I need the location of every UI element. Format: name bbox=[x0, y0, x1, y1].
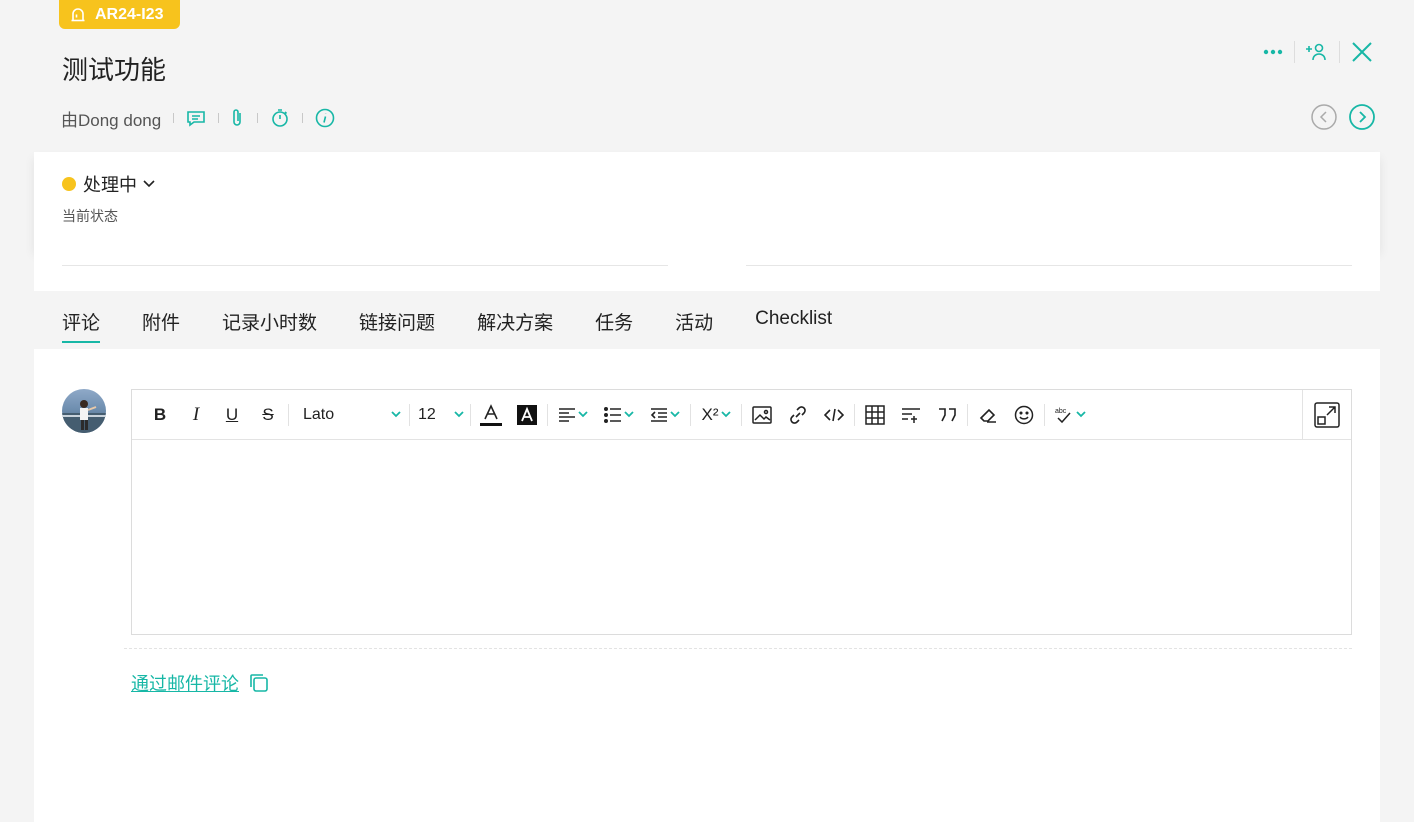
font-size-value: 12 bbox=[418, 405, 436, 423]
divider bbox=[173, 113, 175, 123]
table-button[interactable] bbox=[857, 397, 893, 433]
status-dot bbox=[62, 177, 76, 191]
editor-toolbar: B I U S Lato 12 X² abc bbox=[132, 390, 1351, 440]
divider bbox=[690, 403, 691, 426]
divider bbox=[547, 403, 548, 426]
emoji-button[interactable] bbox=[1006, 397, 1042, 433]
superscript-button[interactable]: X² bbox=[693, 397, 739, 433]
text-color-button[interactable] bbox=[473, 397, 509, 433]
divider bbox=[741, 403, 742, 426]
chevron-down-icon bbox=[624, 411, 634, 418]
divider bbox=[967, 403, 968, 426]
divider bbox=[1339, 41, 1340, 63]
add-watcher-icon[interactable] bbox=[1305, 40, 1329, 64]
tab-checklist[interactable]: Checklist bbox=[755, 308, 832, 343]
ticket-navigation bbox=[1311, 104, 1375, 130]
svg-text:abc: abc bbox=[1055, 408, 1067, 415]
divider bbox=[288, 403, 289, 426]
spellcheck-button[interactable]: abc bbox=[1047, 397, 1093, 433]
previous-icon[interactable] bbox=[1311, 104, 1337, 130]
strikethrough-button[interactable]: S bbox=[250, 397, 286, 433]
more-icon[interactable] bbox=[1262, 41, 1284, 63]
status-card bbox=[34, 152, 1380, 249]
format-text-button[interactable] bbox=[893, 397, 929, 433]
insert-link-button[interactable] bbox=[780, 397, 816, 433]
divider bbox=[1294, 41, 1295, 63]
alarm-icon bbox=[69, 6, 87, 24]
divider bbox=[1044, 403, 1045, 426]
superscript-icon: X² bbox=[701, 404, 719, 424]
ticket-id-badge: AR24-I23 bbox=[59, 0, 180, 29]
tab-activity[interactable]: 活动 bbox=[675, 308, 713, 343]
expand-button[interactable] bbox=[1302, 390, 1351, 440]
chevron-down-icon bbox=[143, 180, 155, 188]
author-label: 由Dong dong bbox=[61, 110, 162, 130]
status-dropdown[interactable]: 处理中 bbox=[62, 171, 155, 197]
stopwatch-icon[interactable] bbox=[270, 108, 290, 128]
divider bbox=[218, 113, 220, 123]
indent-button[interactable] bbox=[642, 397, 688, 433]
underline-button[interactable]: U bbox=[214, 397, 250, 433]
tab-log-hours[interactable]: 记录小时数 bbox=[222, 308, 317, 343]
divider bbox=[470, 403, 471, 426]
tab-attachments[interactable]: 附件 bbox=[142, 308, 180, 343]
chevron-down-icon bbox=[454, 411, 464, 418]
comment-icon[interactable] bbox=[186, 109, 206, 127]
comment-editor[interactable]: B I U S Lato 12 X² abc bbox=[131, 389, 1352, 635]
status-label: 处理中 bbox=[83, 175, 137, 195]
list-button[interactable] bbox=[596, 397, 642, 433]
font-family-select[interactable]: Lato bbox=[291, 397, 407, 433]
tab-linked-issues[interactable]: 链接问题 bbox=[359, 308, 435, 343]
ticket-meta: 由Dong dong bbox=[61, 106, 335, 130]
chevron-down-icon bbox=[670, 411, 680, 418]
field-strip bbox=[34, 249, 1380, 291]
next-icon[interactable] bbox=[1349, 104, 1375, 130]
background-color-button[interactable] bbox=[509, 397, 545, 433]
chevron-down-icon bbox=[391, 411, 401, 418]
tab-tasks[interactable]: 任务 bbox=[595, 308, 633, 343]
divider bbox=[302, 113, 304, 123]
divider bbox=[124, 648, 1352, 649]
close-icon[interactable] bbox=[1350, 40, 1374, 64]
divider bbox=[257, 113, 259, 123]
divider bbox=[409, 403, 410, 426]
ticket-id: AR24-I23 bbox=[95, 5, 164, 23]
bold-button[interactable]: B bbox=[142, 397, 178, 433]
status-caption: 当前状态 bbox=[62, 208, 118, 224]
email-comment-label[interactable]: 通过邮件评论 bbox=[131, 670, 239, 696]
italic-button[interactable]: I bbox=[178, 397, 214, 433]
avatar bbox=[62, 389, 106, 433]
tab-solutions[interactable]: 解决方案 bbox=[477, 308, 553, 343]
font-family-value: Lato bbox=[303, 405, 335, 423]
divider bbox=[62, 265, 668, 266]
font-size-select[interactable]: 12 bbox=[412, 397, 468, 433]
align-button[interactable] bbox=[550, 397, 596, 433]
blockquote-button[interactable] bbox=[929, 397, 965, 433]
ticket-title: 测试功能 bbox=[62, 55, 167, 85]
email-comment-link[interactable]: 通过邮件评论 bbox=[131, 670, 269, 696]
chevron-down-icon bbox=[578, 411, 588, 418]
chevron-down-icon bbox=[1076, 411, 1086, 418]
tab-bar: 评论 附件 记录小时数 链接问题 解决方案 任务 活动 Checklist bbox=[62, 308, 874, 343]
chevron-down-icon bbox=[720, 411, 731, 418]
copy-icon[interactable] bbox=[249, 673, 269, 693]
paperclip-icon[interactable] bbox=[231, 108, 245, 128]
tab-comments[interactable]: 评论 bbox=[62, 308, 101, 343]
expand-icon bbox=[1314, 402, 1340, 428]
code-button[interactable] bbox=[816, 397, 852, 433]
eraser-button[interactable] bbox=[970, 397, 1006, 433]
header-actions bbox=[1262, 40, 1374, 64]
insert-image-button[interactable] bbox=[744, 397, 780, 433]
info-icon[interactable] bbox=[315, 108, 335, 128]
divider bbox=[854, 403, 855, 426]
divider bbox=[746, 265, 1352, 266]
